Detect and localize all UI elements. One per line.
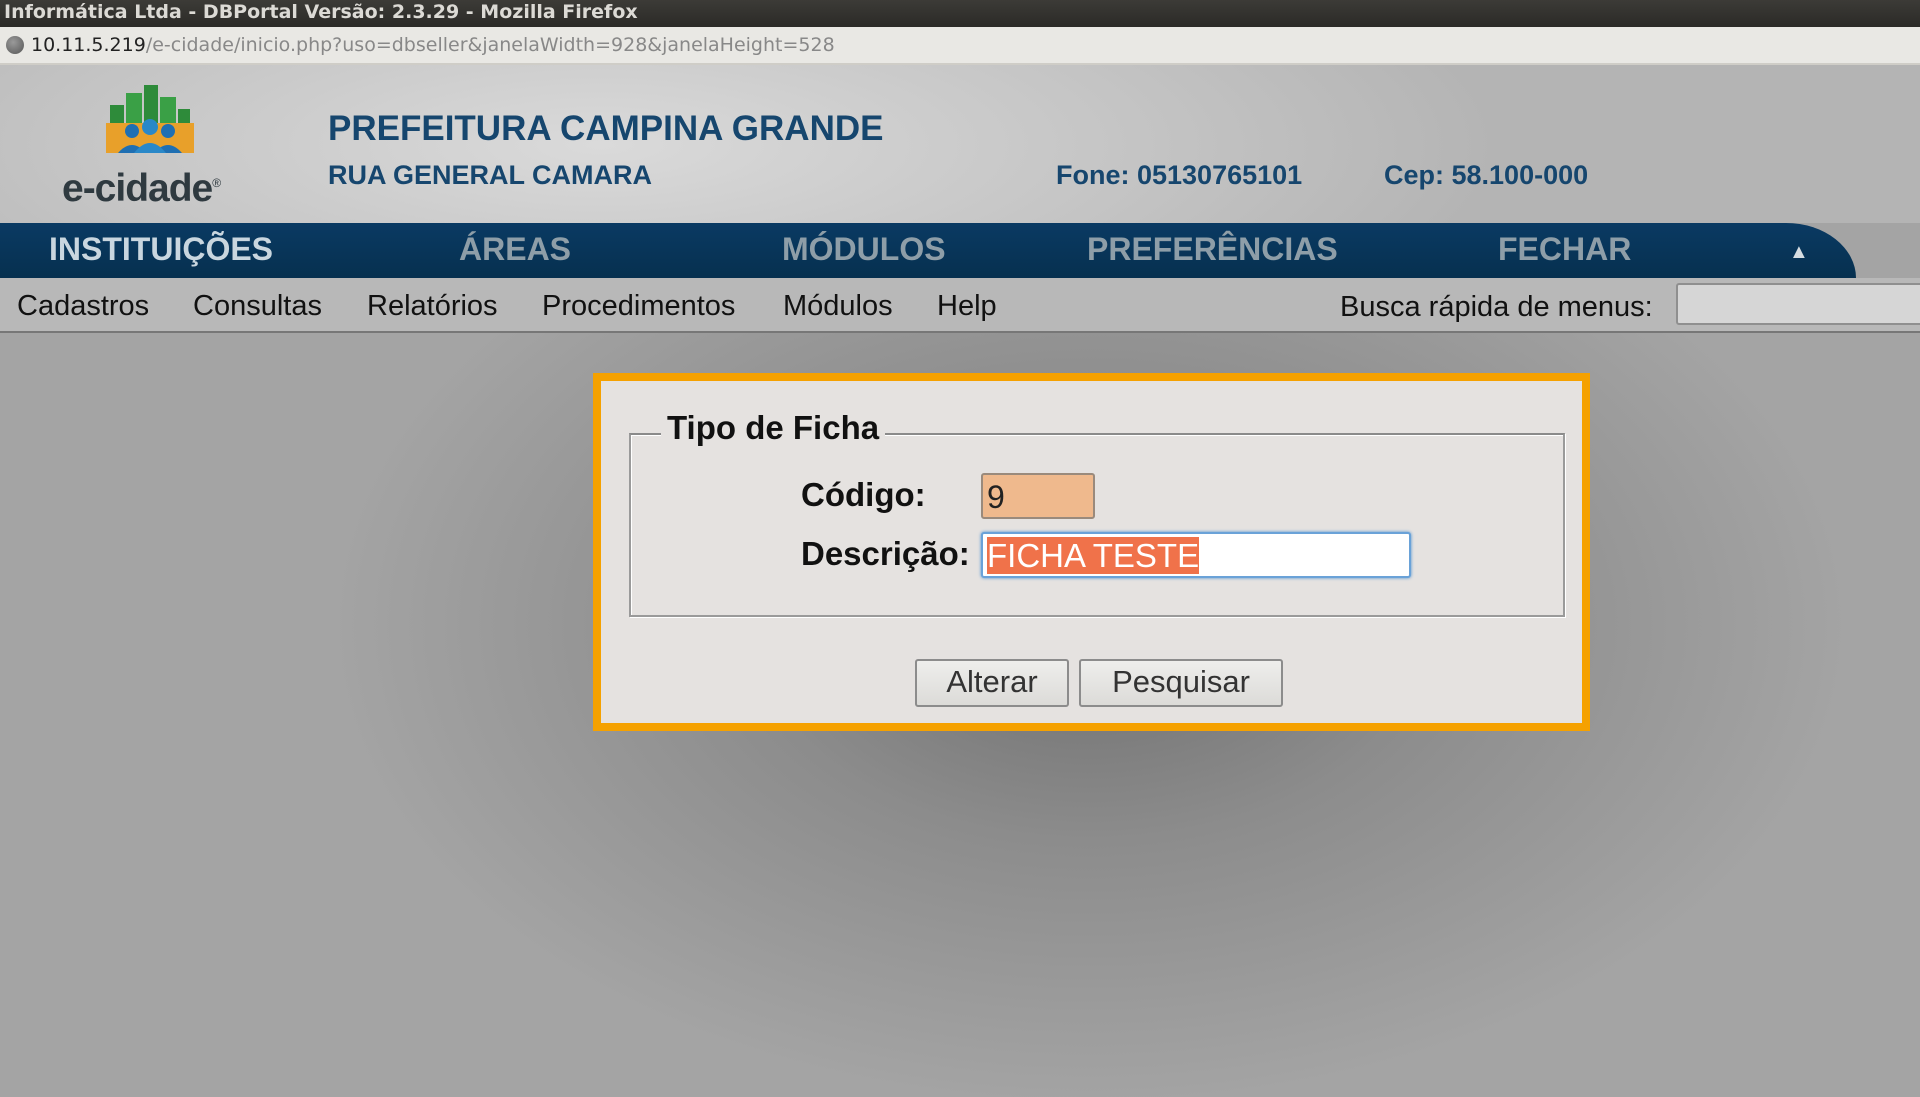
- descricao-field[interactable]: FICHA TESTE: [981, 532, 1411, 578]
- codigo-value: 9: [987, 479, 1005, 515]
- tipo-ficha-fieldset: [629, 433, 1565, 617]
- sub-menu-bar: Cadastros Consultas Relatórios Procedime…: [0, 278, 1920, 333]
- registered-mark: ®: [212, 176, 221, 190]
- quick-search-input[interactable]: [1676, 283, 1920, 325]
- codigo-field[interactable]: 9: [981, 473, 1095, 519]
- menu-consultas[interactable]: Consultas: [193, 290, 322, 323]
- menu-relatorios[interactable]: Relatórios: [367, 290, 498, 323]
- page-content: e-cidade® PREFEITURA CAMPINA GRANDE RUA …: [0, 65, 1920, 1097]
- institution-phone: Fone: 05130765101: [1056, 160, 1303, 190]
- institution-address: RUA GENERAL CAMARA: [328, 160, 652, 190]
- address-bar[interactable]: 10.11.5.219/e-cidade/inicio.php?uso=dbse…: [0, 27, 1920, 65]
- institution-title: PREFEITURA CAMPINA GRANDE: [328, 109, 884, 148]
- nav-instituicoes[interactable]: INSTITUIÇÕES: [49, 231, 273, 268]
- globe-icon: [6, 36, 24, 54]
- menu-help[interactable]: Help: [937, 290, 997, 323]
- fieldset-legend: Tipo de Ficha: [661, 409, 886, 447]
- e-cidade-logo: e-cidade®: [62, 83, 252, 213]
- window-title-bar: Informática Ltda - DBPortal Versão: 2.3.…: [0, 0, 1920, 27]
- collapse-arrow-icon[interactable]: ▲: [1789, 241, 1809, 264]
- site-header: e-cidade® PREFEITURA CAMPINA GRANDE RUA …: [0, 65, 1920, 223]
- menu-cadastros[interactable]: Cadastros: [17, 290, 149, 323]
- institution-cep: Cep: 58.100-000: [1384, 160, 1589, 190]
- descricao-label: Descrição:: [801, 535, 970, 572]
- nav-modulos[interactable]: MÓDULOS: [782, 231, 946, 268]
- window-title: Informática Ltda - DBPortal Versão: 2.3.…: [4, 1, 638, 23]
- url-path: /e-cidade/inicio.php?uso=dbseller&janela…: [145, 34, 835, 56]
- alterar-button[interactable]: Alterar: [915, 659, 1069, 707]
- nav-preferencias[interactable]: PREFERÊNCIAS: [1087, 231, 1338, 268]
- main-nav: INSTITUIÇÕES ÁREAS MÓDULOS PREFERÊNCIAS …: [0, 223, 1856, 278]
- quick-search-label: Busca rápida de menus:: [1340, 291, 1653, 323]
- logo-text: e-cidade: [62, 167, 213, 210]
- menu-modulos[interactable]: Módulos: [783, 290, 893, 323]
- tipo-ficha-dialog: Tipo de Ficha Código: 9 Descrição: FICHA…: [593, 373, 1590, 731]
- nav-areas[interactable]: ÁREAS: [459, 231, 571, 268]
- descricao-value: FICHA TESTE: [987, 537, 1200, 574]
- codigo-label: Código:: [801, 476, 926, 513]
- url-host: 10.11.5.219: [31, 34, 146, 56]
- menu-procedimentos[interactable]: Procedimentos: [542, 290, 735, 323]
- pesquisar-button[interactable]: Pesquisar: [1079, 659, 1283, 707]
- nav-fechar[interactable]: FECHAR: [1498, 231, 1631, 268]
- url-text[interactable]: 10.11.5.219/e-cidade/inicio.php?uso=dbse…: [31, 27, 835, 63]
- city-people-logo-icon: [106, 85, 194, 153]
